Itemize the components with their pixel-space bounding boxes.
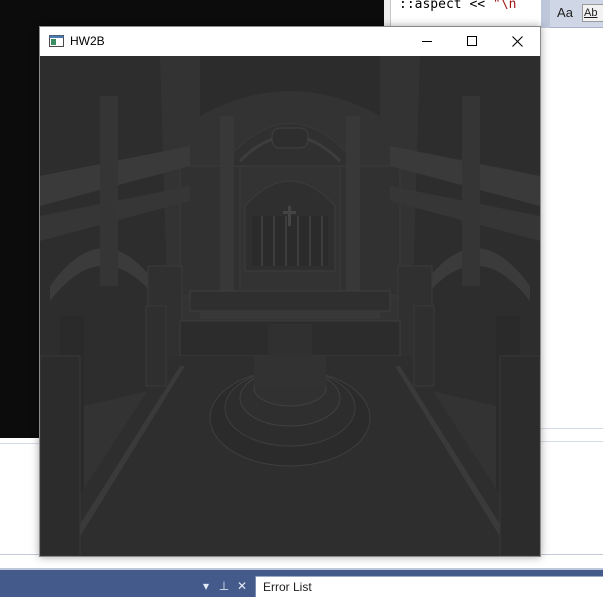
find-bar-grip[interactable] — [541, 0, 550, 28]
error-list-tab[interactable]: Error List — [256, 576, 603, 597]
maximize-icon — [467, 36, 477, 46]
divider — [541, 428, 603, 429]
cathedral-render — [40, 56, 540, 556]
window-position-icon[interactable]: ▾ — [200, 578, 212, 594]
code-line[interactable]: ::aspect << "\n — [399, 0, 516, 12]
code-editor-fragment[interactable]: ::aspect << "\n — [390, 0, 542, 28]
app-window[interactable]: HW2B — [39, 26, 541, 557]
editor-body[interactable] — [541, 28, 603, 428]
match-whole-word-toggle[interactable]: Ab — [582, 4, 603, 22]
code-string: "\n — [492, 0, 517, 12]
close-icon — [511, 35, 523, 47]
render-viewport[interactable] — [40, 56, 540, 556]
minimize-button[interactable] — [404, 27, 450, 55]
maximize-button[interactable] — [449, 27, 495, 55]
close-button[interactable] — [494, 27, 540, 55]
close-icon[interactable]: ✕ — [236, 578, 248, 594]
window-title: HW2B — [70, 34, 105, 48]
divider — [0, 554, 40, 555]
pane-controls: ▾ ⊥ ✕ — [200, 578, 248, 594]
title-bar[interactable]: HW2B — [40, 27, 540, 55]
find-bar: Aa Ab — [541, 0, 603, 28]
divider — [541, 554, 603, 555]
match-case-toggle[interactable]: Aa — [554, 4, 576, 22]
minimize-icon — [422, 41, 432, 42]
divider — [0, 443, 40, 444]
error-list-label: Error List — [263, 580, 312, 594]
divider — [541, 441, 603, 442]
pin-icon[interactable]: ⊥ — [218, 578, 230, 594]
desktop: ::aspect << "\n Aa Ab ▾ ⊥ ✕ Error List H… — [0, 0, 603, 597]
console-app-icon — [49, 35, 64, 47]
